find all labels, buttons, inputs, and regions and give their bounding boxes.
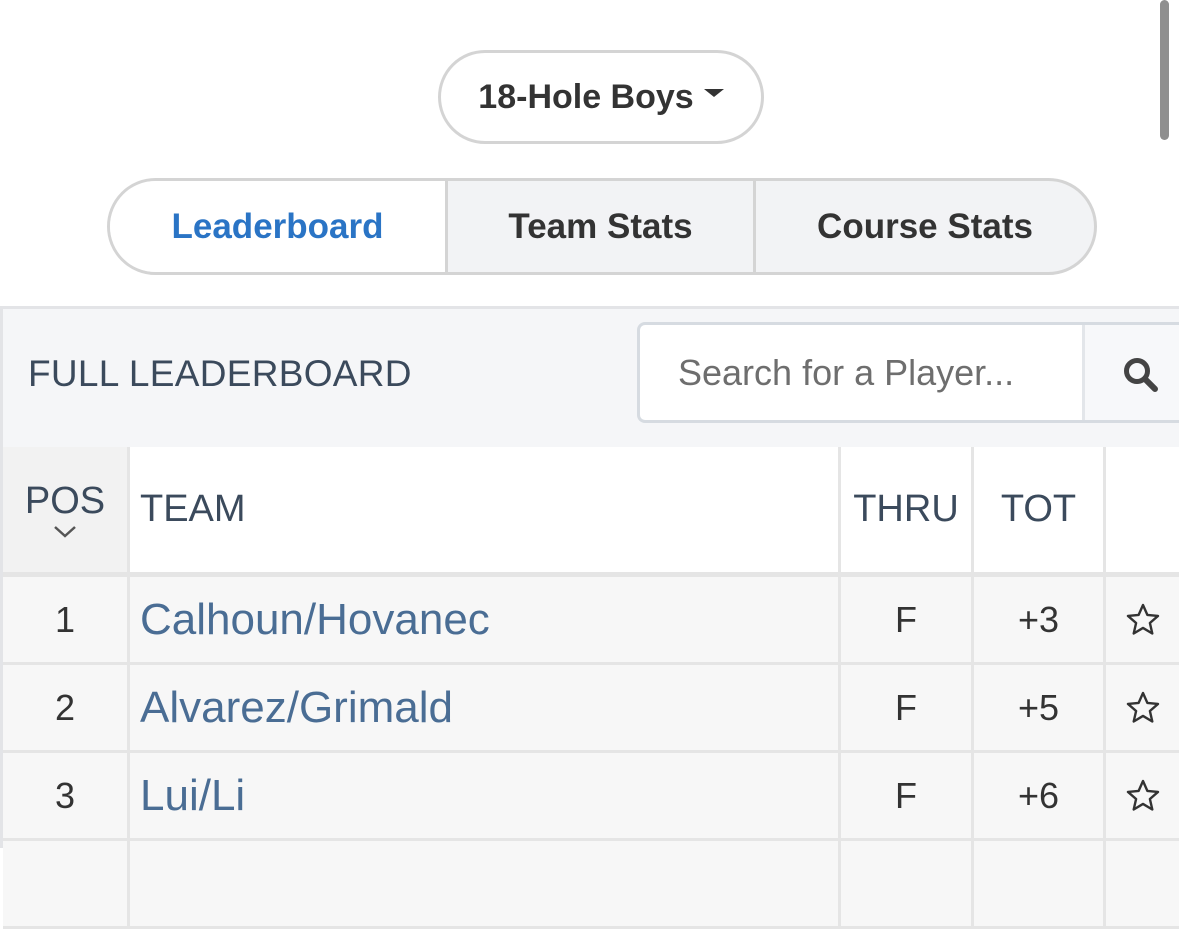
tab-bar: Leaderboard Team Stats Course Stats bbox=[107, 178, 1097, 275]
table-row[interactable] bbox=[3, 841, 1179, 929]
tab-label: Leaderboard bbox=[171, 206, 384, 246]
column-header-team[interactable]: TEAM bbox=[130, 447, 841, 572]
thru-cell bbox=[841, 841, 974, 926]
tab-team-stats[interactable]: Team Stats bbox=[448, 181, 756, 272]
search-icon bbox=[1124, 358, 1158, 392]
star-icon bbox=[1126, 691, 1159, 723]
team-link[interactable] bbox=[130, 841, 841, 926]
position-cell: 1 bbox=[3, 577, 130, 662]
tab-label: Team Stats bbox=[508, 206, 693, 246]
total-cell: +3 bbox=[974, 577, 1106, 662]
scrollbar[interactable] bbox=[1160, 0, 1169, 140]
table-row[interactable]: 2 Alvarez/Grimald F +5 bbox=[3, 665, 1179, 753]
team-link[interactable]: Calhoun/Hovanec bbox=[130, 577, 841, 662]
tab-leaderboard[interactable]: Leaderboard bbox=[110, 181, 448, 272]
column-label: POS bbox=[24, 480, 106, 522]
tab-label: Course Stats bbox=[817, 206, 1033, 246]
position-cell: 3 bbox=[3, 753, 130, 838]
total-cell bbox=[974, 841, 1106, 926]
column-header-pos[interactable]: POS bbox=[3, 447, 130, 572]
caret-down-icon bbox=[703, 89, 724, 97]
division-dropdown[interactable]: 18-Hole Boys bbox=[438, 50, 764, 144]
tab-course-stats[interactable]: Course Stats bbox=[756, 181, 1094, 272]
column-header-favorite bbox=[1106, 447, 1179, 572]
position-cell bbox=[3, 841, 130, 926]
thru-cell: F bbox=[841, 665, 974, 750]
favorite-star-button[interactable] bbox=[1106, 577, 1179, 662]
column-header-thru[interactable]: THRU bbox=[841, 447, 974, 572]
search-input[interactable] bbox=[640, 325, 1080, 420]
search-button[interactable] bbox=[1082, 325, 1179, 420]
favorite-star-button[interactable] bbox=[1106, 753, 1179, 838]
total-cell: +6 bbox=[974, 753, 1106, 838]
column-header-tot[interactable]: TOT bbox=[974, 447, 1106, 572]
leaderboard-panel: FULL LEADERBOARD POS TEAM THRU TOT bbox=[0, 306, 1179, 929]
star-icon bbox=[1126, 603, 1159, 635]
favorite-star-button[interactable] bbox=[1106, 665, 1179, 750]
leaderboard-header: FULL LEADERBOARD bbox=[3, 309, 1179, 439]
star-icon bbox=[1126, 779, 1159, 811]
team-link[interactable]: Lui/Li bbox=[130, 753, 841, 838]
total-cell: +5 bbox=[974, 665, 1106, 750]
player-search bbox=[637, 322, 1179, 423]
favorite-star-button[interactable] bbox=[1106, 841, 1179, 926]
table-row[interactable]: 1 Calhoun/Hovanec F +3 bbox=[3, 577, 1179, 665]
table-row[interactable]: 3 Lui/Li F +6 bbox=[3, 753, 1179, 841]
thru-cell: F bbox=[841, 753, 974, 838]
leaderboard-title: FULL LEADERBOARD bbox=[28, 353, 412, 394]
leaderboard-table: POS TEAM THRU TOT 1 Calhoun/Hovanec F +3… bbox=[3, 447, 1179, 929]
team-link[interactable]: Alvarez/Grimald bbox=[130, 665, 841, 750]
table-header-row: POS TEAM THRU TOT bbox=[3, 447, 1179, 577]
position-cell: 2 bbox=[3, 665, 130, 750]
chevron-down-icon bbox=[54, 526, 76, 538]
division-label: 18-Hole Boys bbox=[478, 77, 694, 116]
thru-cell: F bbox=[841, 577, 974, 662]
